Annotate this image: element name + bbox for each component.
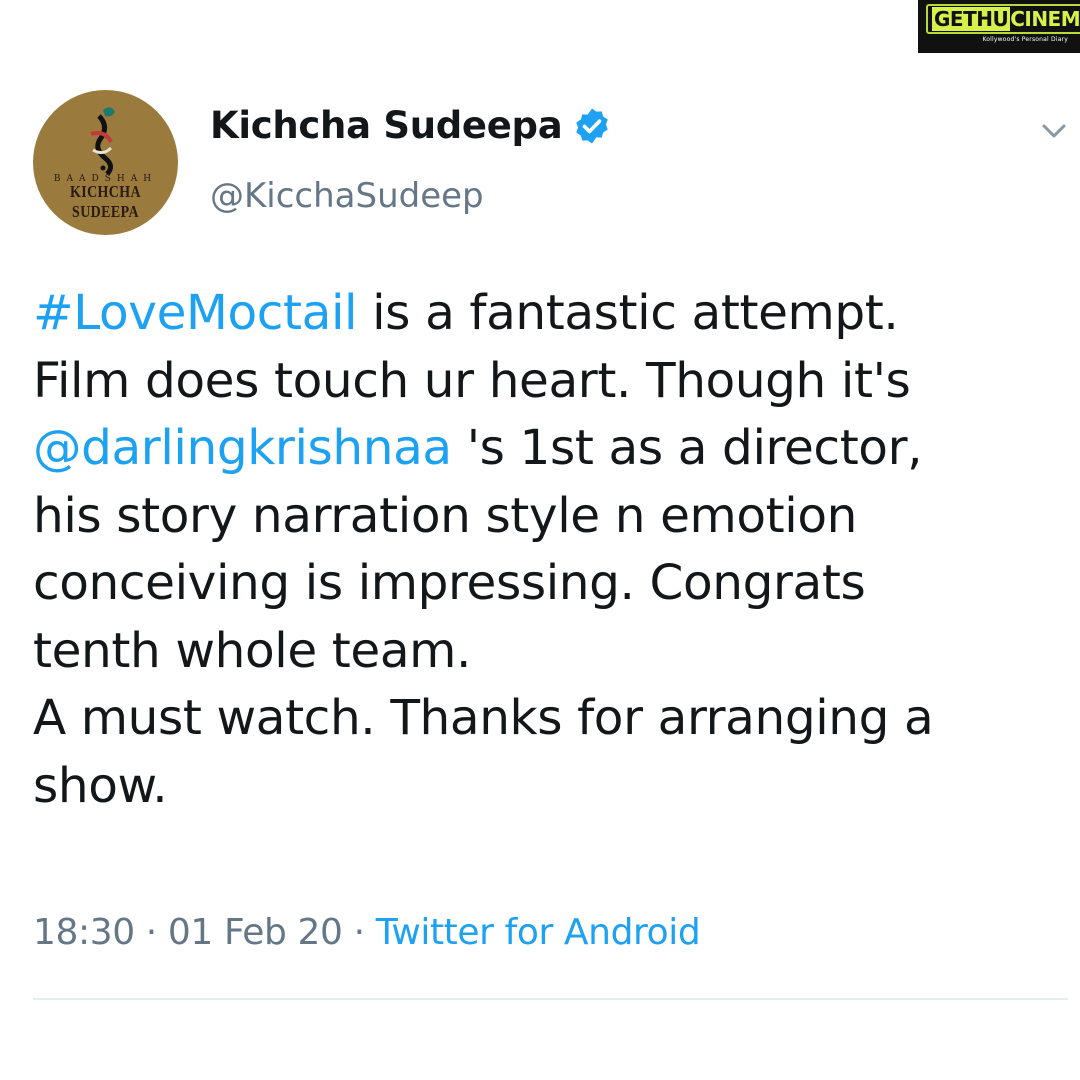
tweet-line: show. [33, 757, 168, 814]
mention-link[interactable]: @darlingkrishnaa [33, 420, 452, 476]
watermark-logo-left: GETHU [932, 7, 1011, 31]
tweet-line-text: 's 1st as a director, [451, 420, 923, 476]
tweet-source-link[interactable]: Twitter for Android [376, 912, 701, 953]
watermark-logo-right: CINEMA [1010, 7, 1080, 31]
tweet-text: #LoveMoctail is a fantastic attempt. Fil… [33, 280, 1063, 820]
verified-badge-icon [576, 108, 609, 143]
tweet-line: A must watch. Thanks for arranging a [33, 690, 934, 746]
gethucinema-watermark: GETHUCINEMA Kollywood's Personal Diary [918, 0, 1080, 53]
tweet-meta: 18:30 · 01 Feb 20 · Twitter for Android [33, 912, 701, 953]
chevron-down-icon[interactable] [1036, 116, 1072, 146]
meta-separator: · [134, 912, 168, 953]
user-handle[interactable]: @KicchaSudeep [210, 176, 484, 216]
meta-separator: · [342, 912, 376, 953]
tweet-line: #LoveMoctail is a fantastic attempt. [33, 280, 1063, 348]
tweet-date[interactable]: 01 Feb 20 [168, 912, 343, 953]
tweet-line: @darlingkrishnaa 's 1st as a director, [33, 415, 1063, 483]
author-name-row: Kichcha Sudeepa [210, 104, 612, 147]
avatar-bottom-text: KICHCHA SUDEEPA [69, 182, 142, 221]
hashtag-link[interactable]: #LoveMoctail [33, 285, 357, 341]
display-name[interactable]: Kichcha Sudeepa [210, 104, 563, 147]
tweet-line: Film does touch ur heart. Though it's [33, 352, 911, 409]
watermark-logo: GETHUCINEMA [926, 4, 1080, 34]
tweet-line: tenth whole team. [33, 622, 472, 679]
divider [33, 998, 1068, 1000]
tweet-line: conceiving is impressing. Congrats [33, 555, 866, 611]
tweet-time[interactable]: 18:30 [33, 912, 135, 953]
watermark-tagline: Kollywood's Personal Diary [982, 36, 1068, 43]
tweet-line-text: is a fantastic attempt. [357, 285, 899, 341]
avatar[interactable]: BAADSHAH KICHCHA SUDEEPA [33, 90, 178, 235]
tweet-line: his story narration style n emotion [33, 487, 857, 544]
